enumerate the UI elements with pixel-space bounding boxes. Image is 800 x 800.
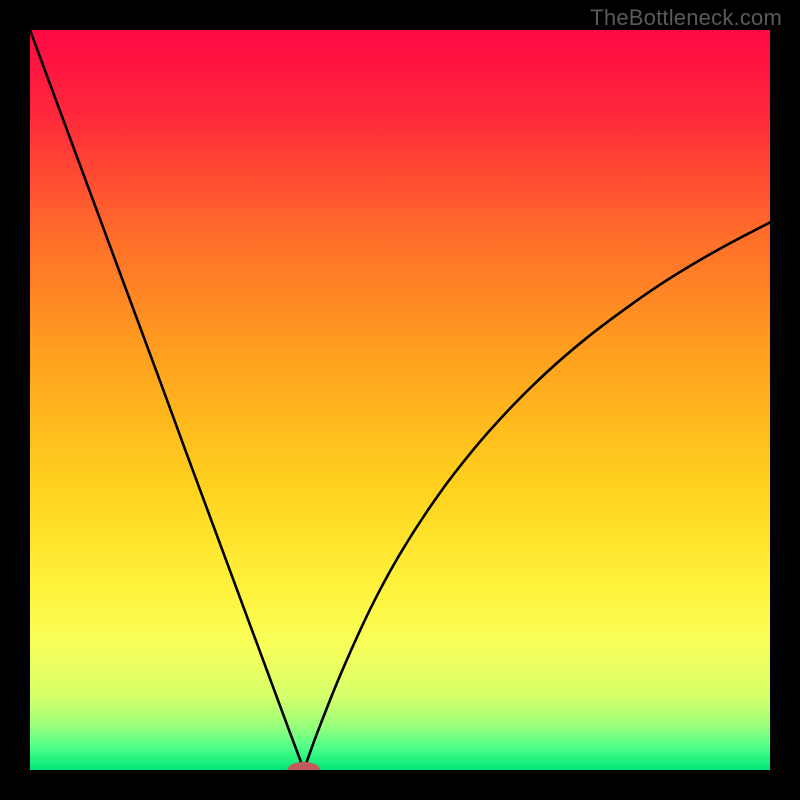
gradient-background (30, 30, 770, 770)
plot-area (30, 30, 770, 770)
chart-container: TheBottleneck.com (0, 0, 800, 800)
watermark-text: TheBottleneck.com (590, 5, 782, 31)
chart-svg (30, 30, 770, 770)
